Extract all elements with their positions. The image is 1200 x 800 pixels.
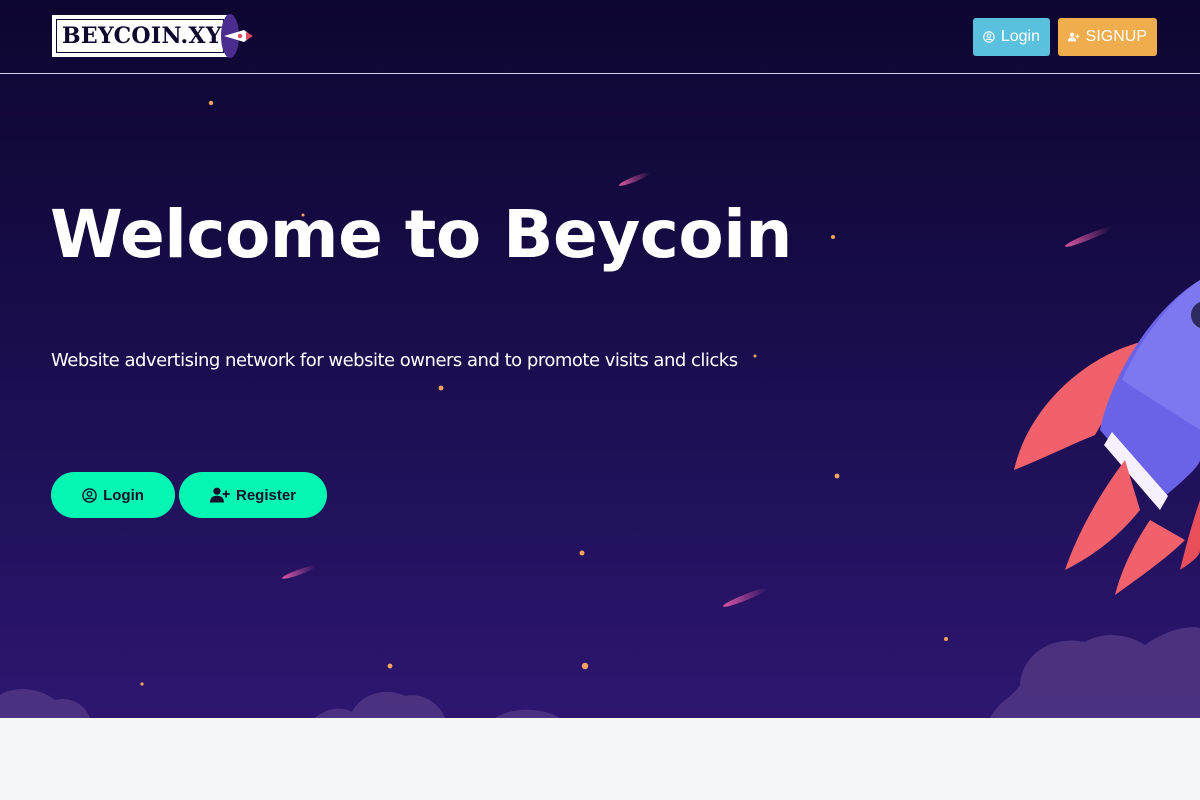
- hero-section: BEYCOIN.XYZ Login SIGNUP Welcome to Beyc…: [0, 0, 1200, 718]
- user-circle-icon: [983, 31, 995, 43]
- rocket-icon: [221, 14, 253, 58]
- stars: [140, 100, 948, 686]
- rocket-illustration: [1014, 280, 1200, 595]
- logo-frame: BEYCOIN.XYZ: [52, 15, 238, 57]
- nav-signup-button[interactable]: SIGNUP: [1058, 18, 1157, 56]
- content-area: [0, 718, 1200, 800]
- logo-text: BEYCOIN.XYZ: [62, 23, 239, 49]
- hero-register-label: Register: [235, 486, 297, 504]
- top-navbar: BEYCOIN.XYZ Login SIGNUP: [0, 0, 1200, 74]
- brand-logo[interactable]: BEYCOIN.XYZ: [52, 14, 253, 59]
- nav-signup-label: SIGNUP: [1085, 28, 1147, 45]
- user-plus-icon: [209, 487, 230, 503]
- hero-login-label: Login: [103, 486, 144, 504]
- hero-title: Welcome to Beycoin: [50, 196, 792, 273]
- hero-register-button[interactable]: Register: [179, 472, 327, 518]
- user-circle-icon: [82, 487, 97, 503]
- user-plus-icon: [1068, 32, 1080, 42]
- nav-login-button[interactable]: Login: [973, 18, 1050, 56]
- hero-login-button[interactable]: Login: [51, 472, 175, 518]
- clouds-decoration: [0, 627, 1200, 718]
- nav-login-label: Login: [1000, 28, 1040, 45]
- page: BEYCOIN.XYZ Login SIGNUP Welcome to Beyc…: [0, 0, 1200, 800]
- hero-subtitle: Website advertising network for website …: [51, 350, 738, 371]
